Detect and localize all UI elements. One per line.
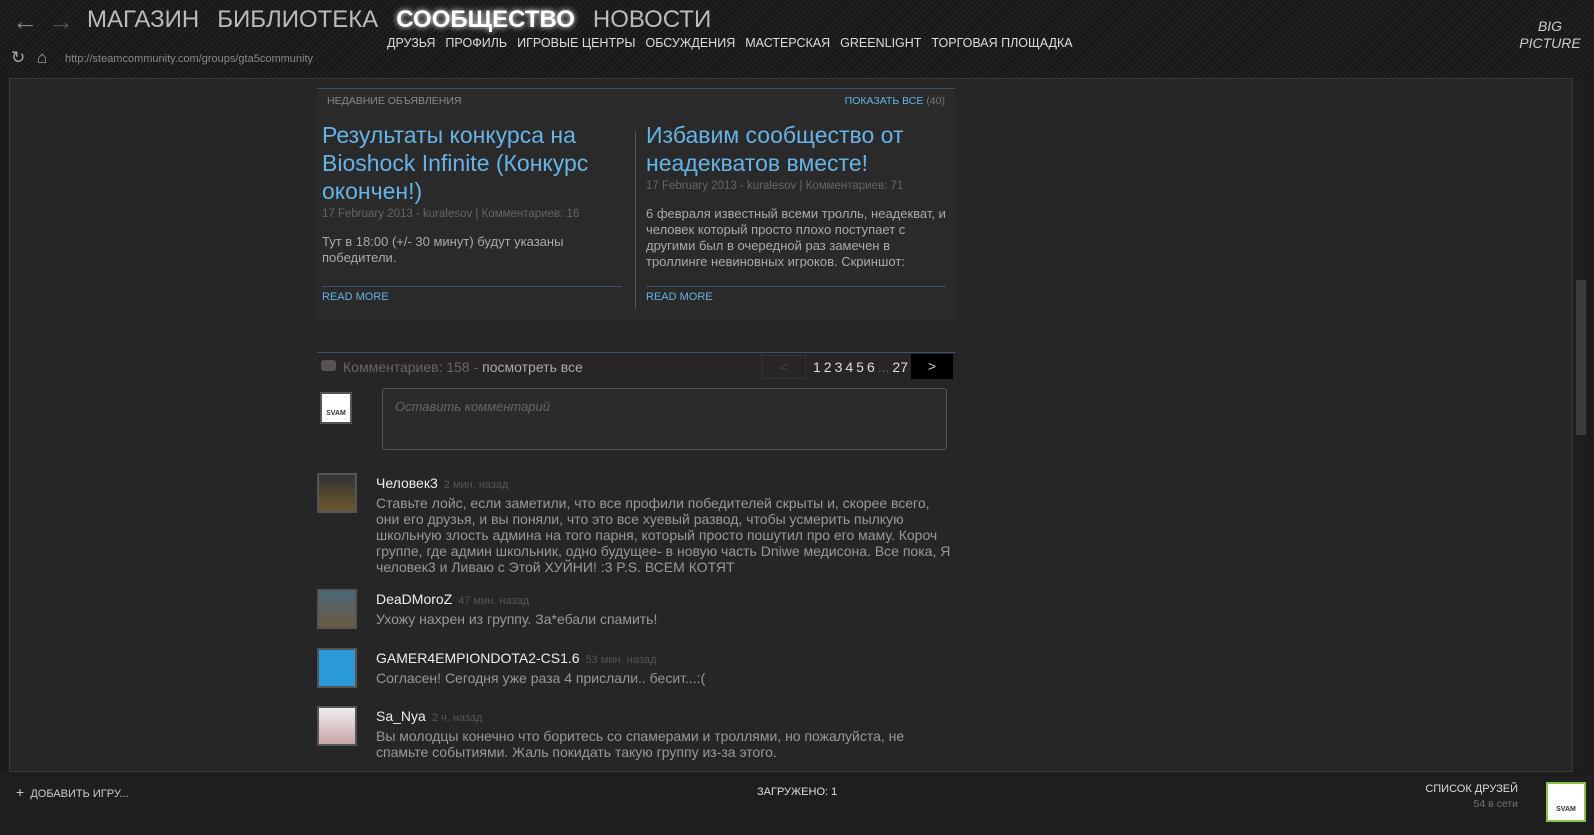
comment-author[interactable]: GAMER4EMPIONDOTA2-CS1.6 [376, 650, 580, 666]
comment: GAMER4EMPIONDOTA2-CS1.6 53 мин. назад Сог… [376, 650, 956, 686]
subnav-profile[interactable]: ПРОФИЛЬ [445, 36, 507, 50]
comment-author[interactable]: DeaDMoroZ [376, 591, 452, 607]
announcement: Избавим сообщество от неадекватов вместе… [646, 121, 946, 268]
comment-time: 53 мин. назад [585, 654, 657, 666]
comment-time: 2 мин. назад [443, 479, 509, 491]
url-bar[interactable]: http://steamcommunity.com/groups/gta5com… [65, 53, 313, 65]
divider [635, 131, 636, 309]
avatar[interactable] [317, 706, 357, 746]
comments-header: Комментариев: 158 - посмотреть все < 1 2… [317, 352, 955, 380]
comment-bubble-icon [321, 360, 336, 371]
announcements-panel: НЕДАВНИЕ ОБЪЯВЛЕНИЯ ПОКАЗАТЬ ВСЕ (40) Ре… [317, 88, 955, 320]
home-icon[interactable]: ⌂ [37, 48, 47, 68]
announcement-title[interactable]: Результаты конкурса на Bioshock Infinite… [322, 121, 622, 205]
reload-icon[interactable]: ↻ [11, 48, 25, 68]
subnav-friends[interactable]: ДРУЗЬЯ [387, 36, 435, 50]
announcement-body: 6 февраля известный всеми тролль, неадек… [646, 206, 946, 268]
announcement-title[interactable]: Избавим сообщество от неадекватов вместе… [646, 121, 946, 177]
next-page-button[interactable]: > [911, 354, 953, 379]
user-avatar[interactable]: SVAM [1546, 782, 1586, 822]
comment-text: Согласен! Сегодня уже раза 4 прислали.. … [376, 670, 706, 686]
avatar[interactable] [317, 648, 357, 688]
nav-library[interactable]: БИБЛИОТЕКА [217, 6, 378, 34]
view-all-link[interactable]: посмотреть все [482, 359, 583, 375]
plus-icon: + [16, 784, 25, 800]
subnav-greenlight[interactable]: GREENLIGHT [840, 36, 921, 50]
page-link[interactable]: 5 [856, 359, 864, 375]
comment-author[interactable]: Человек3 [376, 475, 438, 491]
bottom-bar: + ДОБАВИТЬ ИГРУ... ЗАГРУЖЕНО: 1 СПИСОК Д… [0, 772, 1594, 835]
page-link[interactable]: 3 [835, 359, 843, 375]
comment-author[interactable]: Sa_Nya [376, 708, 426, 724]
friends-list-button[interactable]: СПИСОК ДРУЗЕЙ 54 в сети [1425, 783, 1518, 810]
online-count: 54 в сети [1473, 798, 1518, 810]
sub-nav: ДРУЗЬЯ ПРОФИЛЬ ИГРОВЫЕ ЦЕНТРЫ ОБСУЖДЕНИЯ… [387, 36, 1073, 50]
top-bar: ← → МАГАЗИН БИБЛИОТЕКА СООБЩЕСТВО НОВОСТ… [0, 0, 1594, 78]
subnav-market[interactable]: ТОРГОВАЯ ПЛОЩАДКА [931, 36, 1072, 50]
page-link[interactable]: 1 [813, 359, 821, 375]
download-status[interactable]: ЗАГРУЖЕНО: 1 [757, 786, 837, 798]
announcement: Результаты конкурса на Bioshock Infinite… [322, 121, 622, 296]
read-more-link[interactable]: READ MORE [322, 286, 622, 303]
main-nav: МАГАЗИН БИБЛИОТЕКА СООБЩЕСТВО НОВОСТИ [87, 6, 711, 34]
avatar[interactable] [317, 589, 357, 629]
scrollbar-thumb[interactable] [1576, 280, 1586, 435]
announcements-header: НЕДАВНИЕ ОБЪЯВЛЕНИЯ [327, 95, 462, 107]
avatar: SVAM [320, 392, 352, 424]
nav-community[interactable]: СООБЩЕСТВО [396, 6, 575, 34]
nav-store[interactable]: МАГАЗИН [87, 6, 199, 34]
comment: DeaDMoroZ 47 мин. назад Ухожу нахрен из г… [376, 591, 956, 627]
scrollbar[interactable] [1574, 80, 1588, 770]
show-all-link[interactable]: ПОКАЗАТЬ ВСЕ (40) [845, 95, 945, 107]
forward-arrow-icon[interactable]: → [48, 6, 74, 37]
big-picture-button[interactable]: BIG PICTURE [1518, 18, 1582, 52]
subnav-discussions[interactable]: ОБСУЖДЕНИЯ [646, 36, 736, 50]
comment: Sa_Nya 2 ч. назад Вы молодцы конечно что … [376, 708, 956, 760]
comment: Человек3 2 мин. назад Ставьте лойс, если … [376, 475, 956, 575]
ellipsis: ... [877, 358, 890, 375]
comments-count: Комментариев: 158 - [343, 359, 479, 375]
nav-news[interactable]: НОВОСТИ [593, 6, 711, 34]
page-link[interactable]: 4 [845, 359, 853, 375]
page-link[interactable]: 27 [892, 359, 908, 375]
comment-time: 47 мин. назад [458, 595, 530, 607]
subnav-hubs[interactable]: ИГРОВЫЕ ЦЕНТРЫ [517, 36, 635, 50]
back-arrow-icon[interactable]: ← [12, 6, 38, 37]
comment-input[interactable]: Оставить комментарий [382, 388, 947, 450]
comment-text: Ухожу нахрен из группу. За*ебали спамить… [376, 611, 658, 627]
comment-text: Ставьте лойс, если заметили, что все про… [376, 495, 951, 575]
add-game-button[interactable]: + ДОБАВИТЬ ИГРУ... [16, 784, 129, 800]
page-content: НЕДАВНИЕ ОБЪЯВЛЕНИЯ ПОКАЗАТЬ ВСЕ (40) Ре… [9, 78, 1573, 772]
comment-text: Вы молодцы конечно что боритесь со спаме… [376, 728, 905, 760]
comment-time: 2 ч. назад [431, 712, 483, 724]
subnav-workshop[interactable]: МАСТЕРСКАЯ [745, 36, 830, 50]
page-link[interactable]: 2 [824, 359, 832, 375]
pagination: < 1 2 3 4 5 6 ... 27 > [760, 354, 953, 379]
page-link[interactable]: 6 [867, 359, 875, 375]
avatar[interactable] [317, 473, 357, 513]
announcement-meta: 17 February 2013 - kuralesov | Комментар… [646, 180, 904, 192]
read-more-link[interactable]: READ MORE [646, 286, 946, 303]
prev-page-button[interactable]: < [760, 354, 806, 379]
announcement-meta: 17 February 2013 - kuralesov | Комментар… [322, 208, 580, 220]
